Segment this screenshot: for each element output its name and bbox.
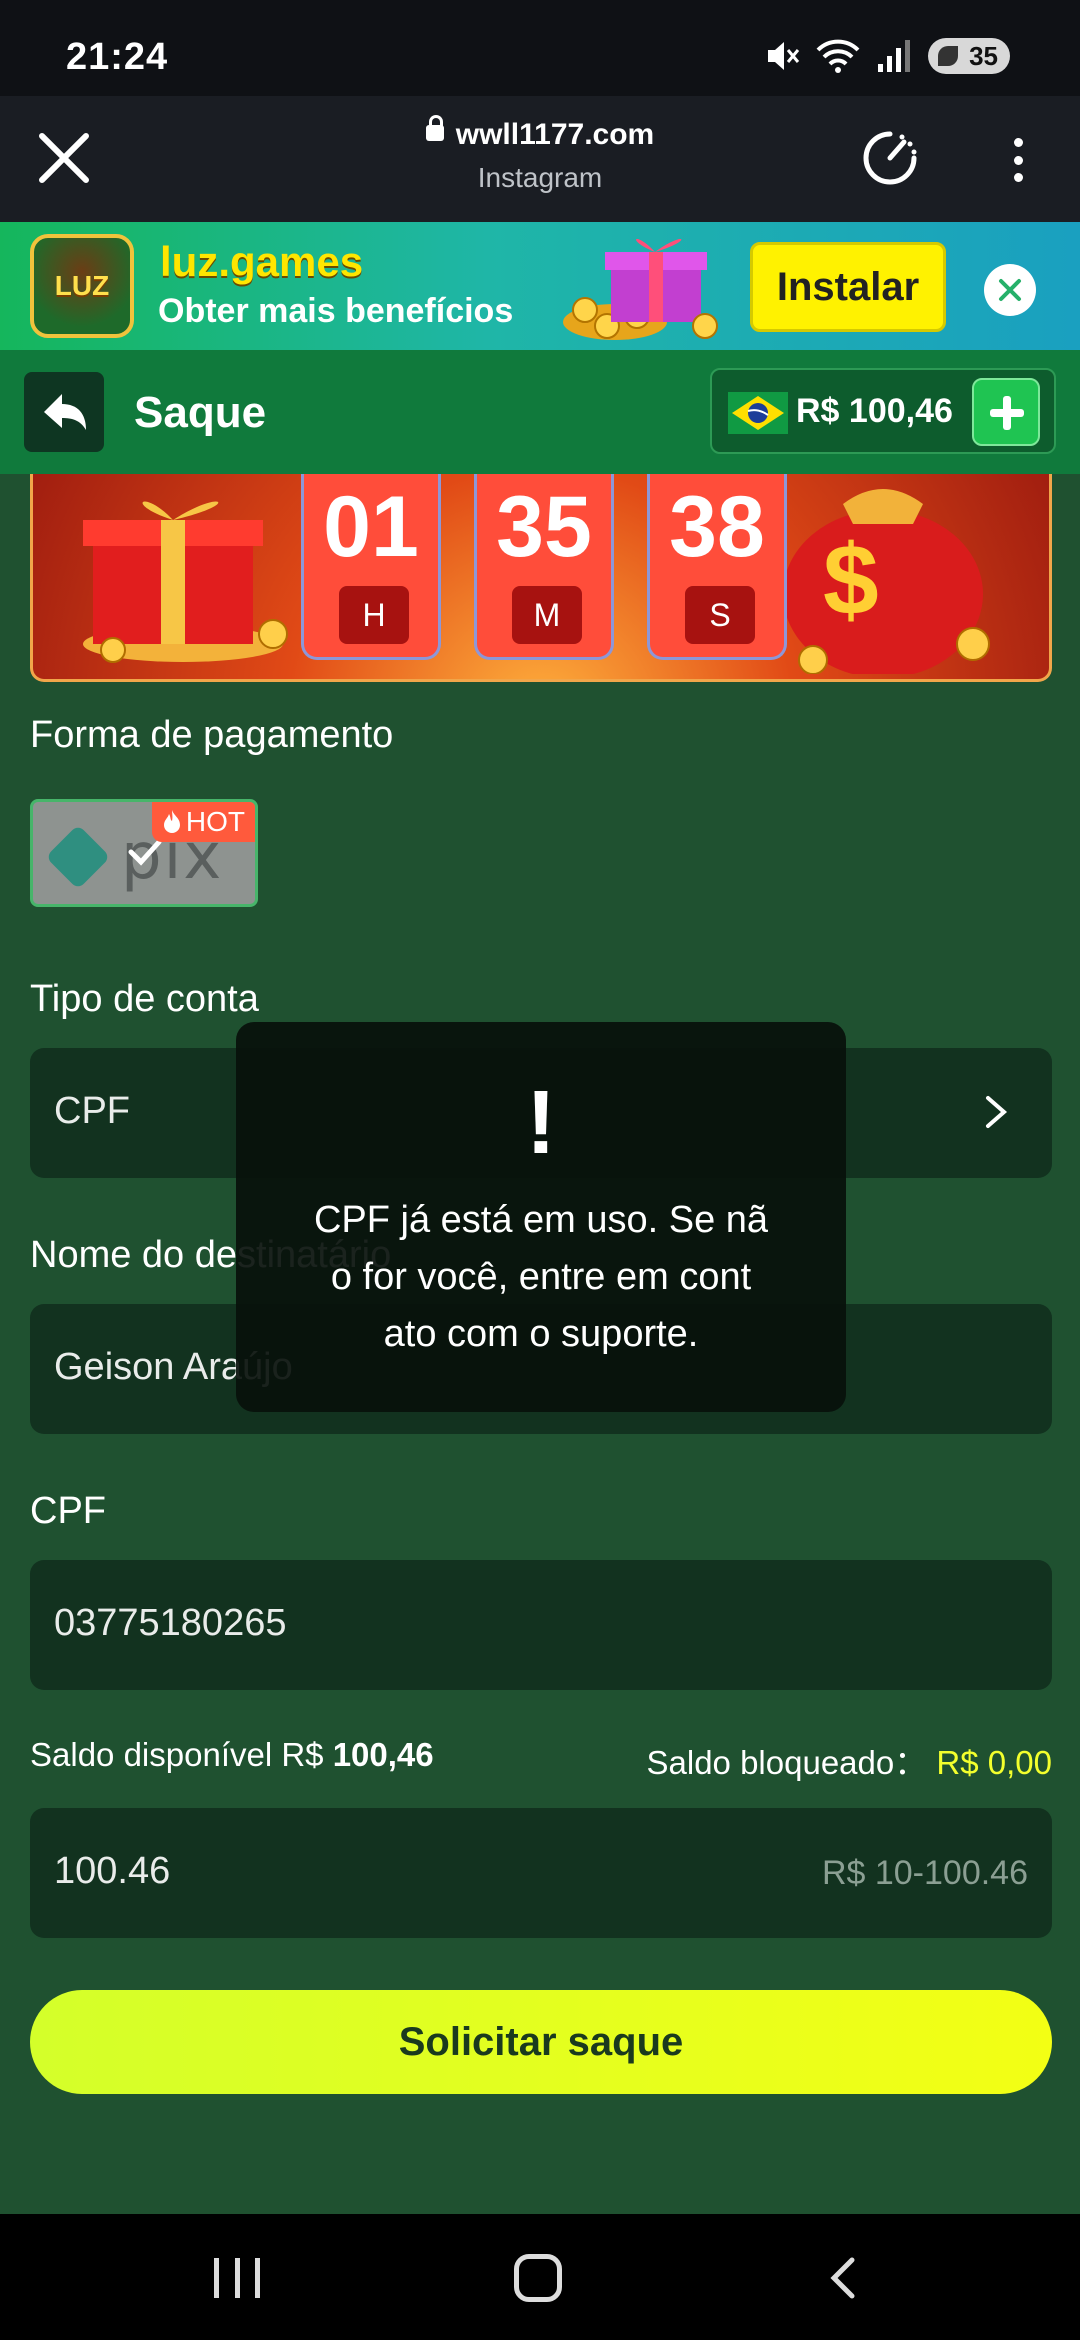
blocked-balance-value: R$ 0,00 (936, 1744, 1052, 1781)
error-toast: ! CPF já está em uso. Se nã o for você, … (236, 1022, 846, 1412)
recent-apps-icon[interactable] (214, 2258, 260, 2298)
available-balance-label: Saldo disponível R$ (30, 1736, 324, 1773)
pix-payment-option[interactable]: pix HOT (30, 799, 258, 907)
svg-text:$: $ (823, 524, 879, 636)
timer-minutes-unit: M (512, 586, 582, 644)
install-button[interactable]: Instalar (750, 242, 946, 332)
timer-seconds-value: 38 (669, 479, 765, 575)
timer-hours-unit: H (339, 586, 409, 644)
cpf-field[interactable]: 03775180265 (30, 1560, 1052, 1690)
request-withdrawal-button[interactable]: Solicitar saque (30, 1990, 1052, 2094)
amount-value: 100.46 (54, 1850, 171, 1892)
blocked-balance-label: Saldo bloqueado： (646, 1744, 928, 1781)
power-saving-icon (938, 46, 958, 66)
toast-message: CPF já está em uso. Se nã o for você, en… (276, 1192, 806, 1363)
app-header: Saque R$ 100,46 (0, 350, 1080, 474)
timer-hours: 01 H (301, 474, 441, 660)
signal-icon (878, 40, 910, 72)
money-bag-image: $ (783, 489, 990, 674)
status-time: 21:24 (66, 36, 169, 78)
browser-url-text: wwll1177.com (455, 118, 655, 151)
install-banner: LUZ luz.games Obter mais benefícios Inst… (0, 222, 1080, 350)
promo-banner[interactable]: $ 01 H 35 M 38 S (30, 474, 1052, 682)
exclamation-icon: ! (526, 1073, 556, 1173)
timer-seconds-unit: S (685, 586, 755, 644)
timer-minutes: 35 M (474, 474, 614, 660)
battery-indicator: 35 (928, 38, 1010, 74)
timer-seconds: 38 S (647, 474, 787, 660)
timer-minutes-value: 35 (496, 479, 592, 575)
timer-hours-value: 01 (323, 479, 419, 575)
mute-icon (768, 42, 800, 70)
app-logo: LUZ (30, 234, 134, 338)
wifi-icon (816, 39, 860, 73)
toast-line: CPF já está em uso. Se nã (313, 1199, 769, 1241)
amount-range: R$ 10-100.46 (821, 1854, 1028, 1892)
account-type-value: CPF (54, 1090, 130, 1132)
system-nav-bar (0, 2214, 1080, 2340)
hot-badge-text: HOT (185, 806, 245, 837)
available-balance-value: 100,46 (332, 1736, 434, 1773)
banner-title: luz.games (160, 238, 364, 285)
home-icon[interactable] (514, 2254, 562, 2302)
chevron-right-icon (986, 1096, 1008, 1128)
hot-badge: HOT (151, 802, 255, 842)
cpf-value: 03775180265 (54, 1602, 287, 1644)
page-title: Saque (134, 388, 267, 437)
header-balance: R$ 100,46 (796, 392, 953, 430)
deposit-plus-button[interactable] (972, 378, 1040, 446)
pix-logo-icon (45, 824, 111, 890)
account-type-label: Tipo de conta (30, 978, 259, 1020)
more-options-icon[interactable] (1000, 132, 1036, 188)
back-button[interactable] (24, 372, 104, 452)
lock-icon (425, 115, 444, 142)
gift-coins-image (563, 238, 718, 340)
balance-box: R$ 100,46 (710, 368, 1056, 454)
speedometer-icon[interactable] (860, 128, 920, 188)
banner-subtitle: Obter mais benefícios (158, 292, 514, 330)
gift-box-image (83, 501, 288, 663)
battery-level: 35 (969, 40, 998, 71)
status-bar: 21:24 35 (0, 0, 1080, 96)
brazil-flag-icon (728, 392, 788, 434)
amount-field[interactable]: 100.46 R$ 10-100.46 (30, 1808, 1052, 1938)
banner-close-icon[interactable] (984, 264, 1036, 316)
available-balance: Saldo disponível R$ 100,46 (30, 1736, 434, 1774)
blocked-balance: Saldo bloqueado： R$ 0,00 (647, 1736, 1053, 1784)
back-icon[interactable] (820, 2254, 868, 2302)
cpf-label: CPF (30, 1490, 106, 1532)
back-arrow-icon (44, 394, 86, 430)
status-icons: 35 (764, 38, 1010, 74)
toast-line: ato com o suporte. (383, 1313, 699, 1355)
browser-bar: wwll1177.com Instagram (0, 96, 1080, 222)
toast-line: o for você, entre em cont (330, 1256, 752, 1298)
payment-method-label: Forma de pagamento (30, 714, 394, 756)
flame-icon (163, 810, 180, 833)
